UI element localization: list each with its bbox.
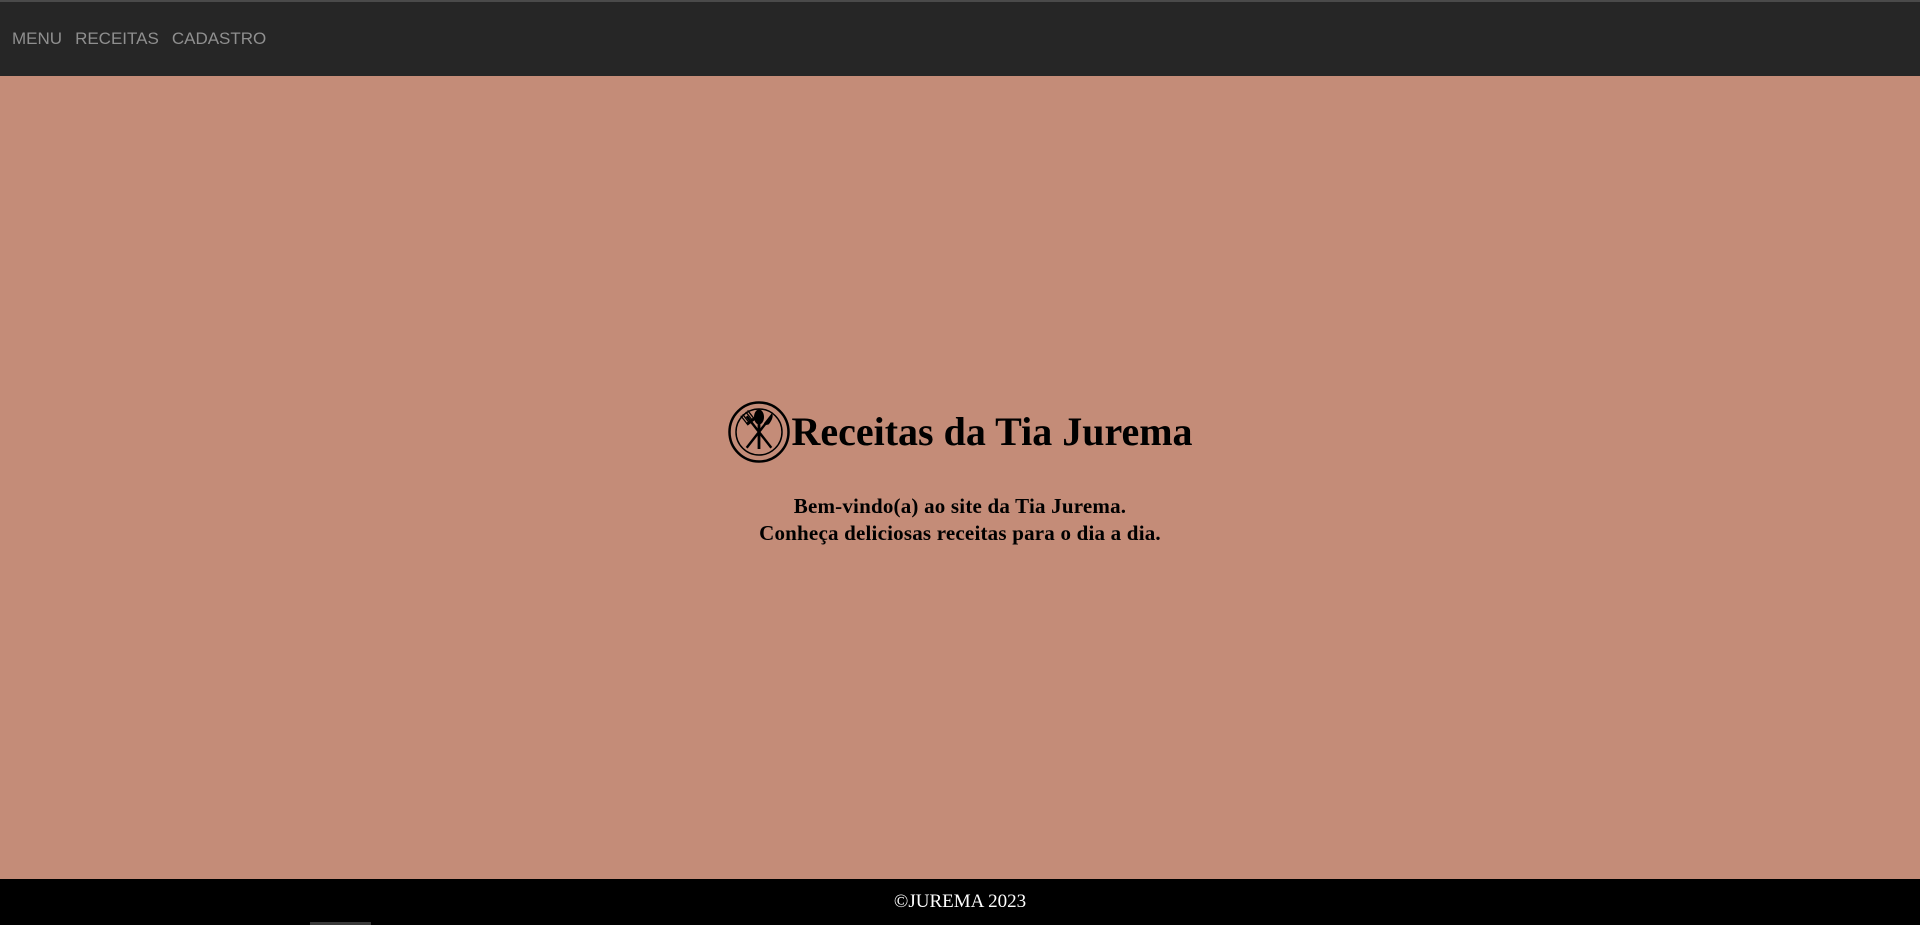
welcome-line-1: Bem-vindo(a) ao site da Tia Jurema. xyxy=(793,494,1127,518)
copyright-text: ©JUREMA 2023 xyxy=(893,891,1027,912)
main-nav: MENU RECEITAS CADASTRO xyxy=(12,29,266,49)
page-footer: ©JUREMA 2023 xyxy=(0,879,1920,925)
nav-link-cadastro[interactable]: CADASTRO xyxy=(172,29,266,49)
title-row: Receitas da Tia Jurema xyxy=(727,400,1193,464)
nav-link-receitas[interactable]: RECEITAS xyxy=(75,29,159,49)
welcome-message: Bem-vindo(a) ao site da Tia Jurema. Conh… xyxy=(0,493,1920,547)
plate-cutlery-icon xyxy=(728,401,791,463)
hero-section: Receitas da Tia Jurema Bem-vindo(a) ao s… xyxy=(0,400,1920,547)
nav-link-menu[interactable]: MENU xyxy=(12,29,62,49)
page-title: Receitas da Tia Jurema xyxy=(791,409,1193,454)
welcome-line-2: Conheça deliciosas receitas para o dia a… xyxy=(759,521,1161,545)
top-navigation-bar: MENU RECEITAS CADASTRO xyxy=(0,0,1920,76)
